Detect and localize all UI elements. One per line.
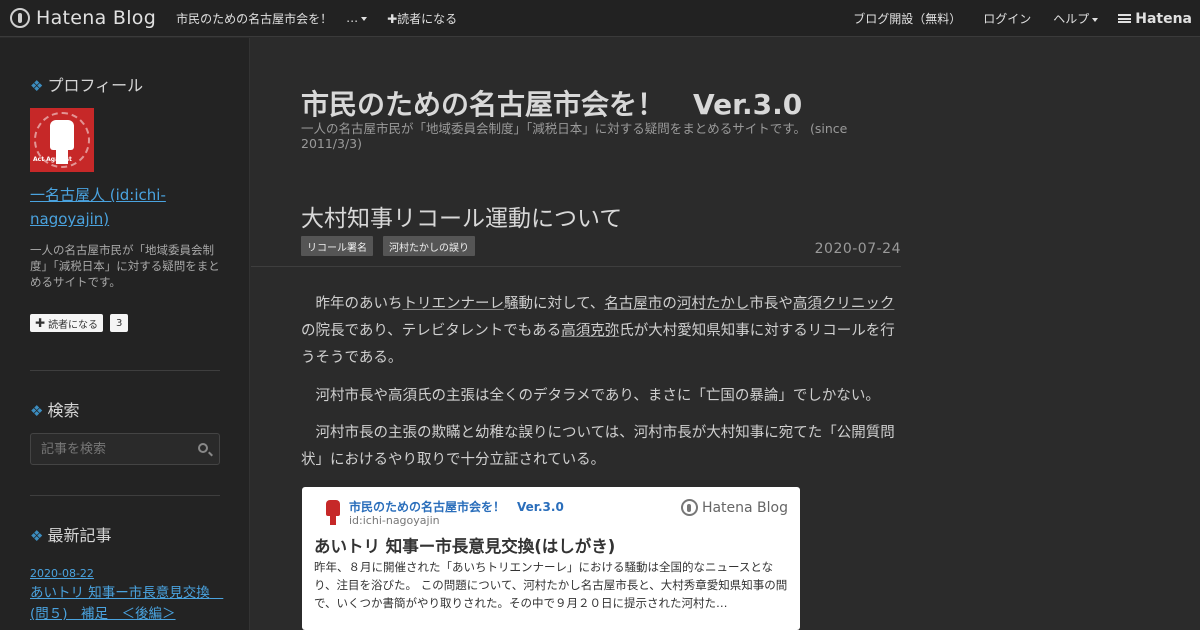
embed-blog-id: id:ichi-nagoyajin xyxy=(349,514,440,527)
search-box xyxy=(30,433,220,465)
entry-paragraph: 昨年のあいちトリエンナーレ騒動に対して、名古屋市の河村たかし市長や高須クリニック… xyxy=(301,291,901,372)
keyword-link[interactable]: 高須克弥 xyxy=(561,323,619,339)
avatar[interactable]: Act Against xyxy=(30,108,94,172)
fist-shape xyxy=(326,500,340,516)
divider xyxy=(30,370,220,371)
entry-tag[interactable]: リコール署名 xyxy=(301,236,373,256)
blog-embed-card[interactable]: 市民のための名古屋市会を！ Ver.3.0 id:ichi-nagoyajin … xyxy=(302,487,800,630)
keyword-link[interactable]: トリエンナーレ xyxy=(403,296,505,312)
plus-icon: ✚ xyxy=(35,316,46,330)
text: 市長や xyxy=(749,296,793,312)
embed-blog-name[interactable]: 市民のための名古屋市会を！ Ver.3.0 xyxy=(349,498,564,515)
header-blog-name-link[interactable]: 市民のための名古屋市会を！ xyxy=(176,10,332,27)
entry-paragraph: 河村市長や高須氏の主張は全くのデタラメであり、まさに「亡国の暴論」でしかない。 xyxy=(301,388,880,404)
profile-heading: ❖ プロフィール xyxy=(30,72,143,96)
search-icon[interactable] xyxy=(198,443,208,453)
brand-name: Hatena Blog xyxy=(36,7,157,29)
chevron-down-icon xyxy=(1092,17,1099,22)
recent-heading: ❖ 最新記事 xyxy=(30,522,111,546)
embed-brand: Hatena Blog xyxy=(680,499,788,516)
hatena-wordmark: Hatena xyxy=(1135,10,1192,27)
help-menu[interactable]: ヘルプ xyxy=(1053,10,1099,27)
header-subscribe-button[interactable]: ✚読者になる xyxy=(387,10,457,27)
search-heading: ❖ 検索 xyxy=(30,397,79,421)
keyword-link[interactable]: 高須クリニック xyxy=(793,296,895,312)
blog-title[interactable]: 市民のための名古屋市会を！ Ver.3.0 xyxy=(301,83,802,123)
create-blog-link[interactable]: ブログ開設（無料） xyxy=(853,10,961,27)
subscribe-label: 読者になる xyxy=(48,319,99,331)
hatena-blog-logo-icon xyxy=(10,8,30,28)
text: 騒動に対して、 xyxy=(504,296,605,312)
hatena-link[interactable]: Hatena xyxy=(1118,11,1192,27)
divider xyxy=(30,495,220,496)
keyword-link[interactable]: 名古屋市 xyxy=(604,296,662,312)
profile-description: 一人の名古屋市民が「地域委員会制度」「減税日本」に対する疑問をまとめるサイトです… xyxy=(30,243,220,289)
entry-tag[interactable]: 河村たかしの誤り xyxy=(383,236,475,256)
header-more-menu[interactable]: … xyxy=(346,11,368,25)
diamond-icon: ❖ xyxy=(30,77,44,95)
search-heading-label: 検索 xyxy=(47,401,80,420)
diamond-icon: ❖ xyxy=(30,402,44,420)
hatena-blog-home-link[interactable]: Hatena Blog xyxy=(10,7,156,29)
text: の院長であり、テレビタレントでもある xyxy=(301,323,562,339)
entry-paragraph: 河村市長の主張の欺瞞と幼稚な誤りについては、河村市長が大村知事に宛てた「公開質問… xyxy=(301,425,895,468)
recent-heading-label: 最新記事 xyxy=(47,526,112,545)
blog-favicon-icon xyxy=(322,500,344,526)
recent-entry-date[interactable]: 2020-08-22 xyxy=(30,567,94,580)
keyword-link[interactable]: 河村たかし xyxy=(677,296,750,312)
embed-brand-text: Hatena Blog xyxy=(701,499,788,516)
embed-entry-title[interactable]: あいトリ 知事ー市長意見交換(はしがき) xyxy=(314,533,615,557)
profile-heading-label: プロフィール xyxy=(47,76,144,95)
hatena-blog-logo-icon xyxy=(680,499,698,516)
global-header: Hatena Blog 市民のための名古屋市会を！ … ✚読者になる ブログ開設… xyxy=(0,0,1200,37)
diamond-icon: ❖ xyxy=(30,527,44,545)
embed-entry-excerpt: 昨年、８月に開催された「あいちトリエンナーレ」における騒動は全国的なニュースとな… xyxy=(314,560,788,610)
login-link[interactable]: ログイン xyxy=(983,10,1031,27)
search-input[interactable] xyxy=(31,434,191,464)
arm-shape xyxy=(330,515,336,525)
subscriber-count: 3 xyxy=(110,314,129,332)
text: 昨年のあいち xyxy=(301,296,403,312)
text: の xyxy=(662,296,677,312)
recent-entry-title[interactable]: あいトリ 知事ー市長意見交換 (問５) 補足 ＜後編＞ xyxy=(30,583,223,625)
sidebar-subscribe-button[interactable]: ✚ 読者になる xyxy=(30,314,104,332)
blog-description: 一人の名古屋市民が「地域委員会制度」「減税日本」に対する疑問をまとめるサイトです… xyxy=(301,121,848,151)
entry-date[interactable]: 2020-07-24 xyxy=(815,241,901,257)
avatar-logo-text: Act Against xyxy=(33,156,72,163)
help-label: ヘルプ xyxy=(1053,12,1090,26)
header-right-nav: ブログ開設（無料） ログイン ヘルプ Hatena xyxy=(831,0,1192,37)
entry-title[interactable]: 大村知事リコール運動について xyxy=(301,199,622,233)
chevron-down-icon xyxy=(361,16,368,21)
main-content: 市民のための名古屋市会を！ Ver.3.0 一人の名古屋市民が「地域委員会制度」… xyxy=(251,38,1200,630)
divider xyxy=(251,266,901,267)
hatena-logo-icon xyxy=(1118,14,1132,23)
sidebar: ❖ プロフィール Act Against 一名古屋人 (id:ichi-nagoy… xyxy=(0,38,250,630)
profile-name-link[interactable]: 一名古屋人 (id:ichi-nagoyajin) xyxy=(30,183,220,231)
more-label: … xyxy=(346,11,359,25)
